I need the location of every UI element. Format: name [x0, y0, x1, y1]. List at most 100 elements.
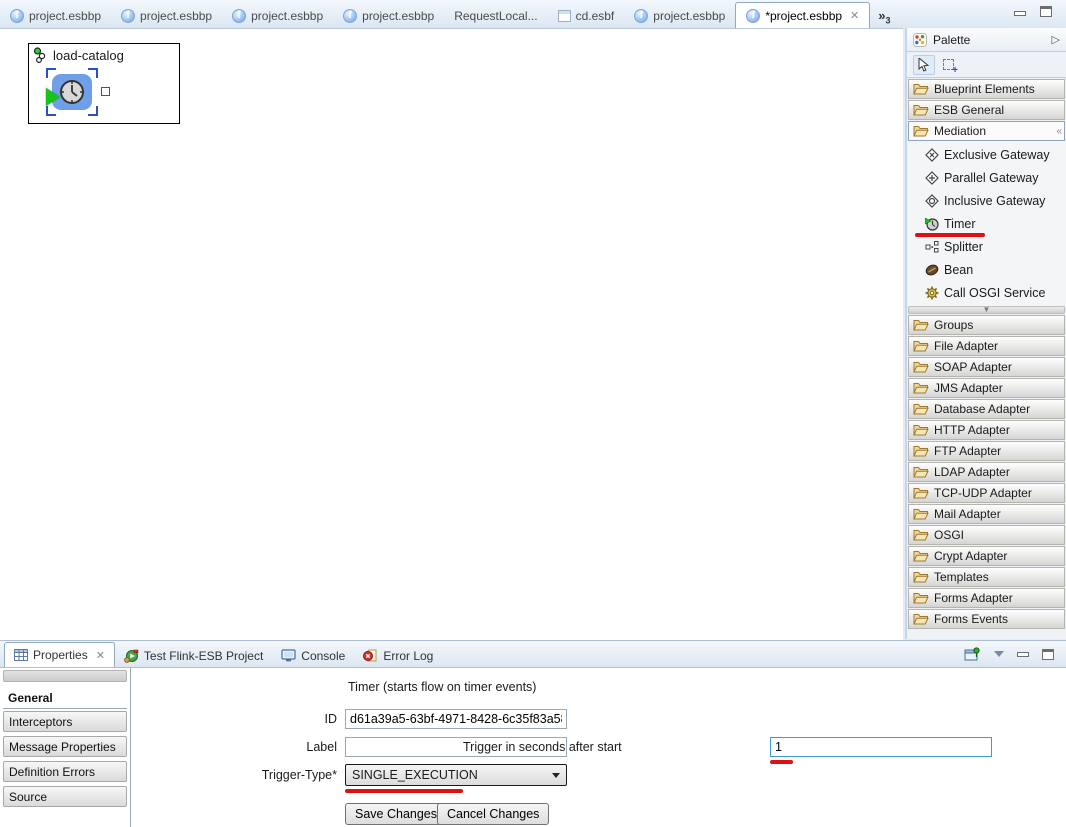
editor-tab[interactable]: cd.esbf [548, 4, 625, 28]
sidebar-item-message-properties[interactable]: Message Properties [3, 736, 127, 757]
palette-drawer-jms-adapter[interactable]: JMS Adapter [908, 378, 1065, 398]
flow-container[interactable]: load-catalog [28, 43, 180, 124]
palette-drawer-mediation[interactable]: Mediation « [908, 121, 1065, 141]
cancel-changes-button[interactable]: Cancel Changes [437, 803, 549, 825]
palette-item-inclusive-gateway[interactable]: Inclusive Gateway [907, 189, 1066, 212]
connector-handle[interactable] [101, 87, 110, 96]
marquee-tool[interactable] [943, 59, 954, 70]
editor-tab[interactable]: RequestLocal... [444, 4, 547, 28]
editor-tab[interactable]: f project.esbbp [624, 4, 735, 28]
editor-tab[interactable]: f project.esbbp [0, 4, 111, 28]
palette-drawer-groups[interactable]: Groups [908, 315, 1065, 335]
drawer-label: Mail Adapter [934, 507, 1001, 521]
sidebar-item-interceptors[interactable]: Interceptors [3, 711, 127, 732]
palette-item-call-osgi-service[interactable]: Call OSGI Service [907, 281, 1066, 304]
more-editors-chevron[interactable]: »3 [878, 8, 890, 26]
tab-label: Test Flink-ESB Project [144, 649, 263, 663]
editor-tab-label: project.esbbp [251, 9, 323, 23]
sidebar-item-general[interactable]: General [3, 688, 127, 709]
minimize-icon[interactable] [1017, 652, 1029, 657]
folder-icon [913, 317, 929, 333]
palette-item-bean[interactable]: Bean [907, 258, 1066, 281]
tab-error-log[interactable]: Error Log [354, 644, 442, 667]
tab-properties[interactable]: Properties ✕ [4, 642, 115, 667]
mediation-items: Exclusive Gateway Parallel Gateway Inclu… [907, 141, 1066, 306]
trigger-type-dropdown[interactable]: SINGLE_EXECUTION [345, 764, 567, 786]
palette-drawer-tcp-udp-adapter[interactable]: TCP-UDP Adapter [908, 483, 1065, 503]
palette-drawer-ldap-adapter[interactable]: LDAP Adapter [908, 462, 1065, 482]
palette-expand-icon[interactable]: ▷ [1052, 33, 1060, 46]
diagram-canvas[interactable]: load-catalog [0, 28, 903, 640]
palette-drawer-esb-general[interactable]: ESB General [908, 100, 1065, 120]
editor-tab-bar: f project.esbbp f project.esbbp f projec… [0, 0, 1066, 28]
trigger-type-label: Trigger-Type* [187, 768, 337, 782]
editor-tab[interactable]: f project.esbbp [333, 4, 444, 28]
drawer-label: HTTP Adapter [934, 423, 1010, 437]
palette-item-timer[interactable]: Timer [907, 212, 1066, 235]
palette-item-label: Call OSGI Service [944, 286, 1045, 300]
palette-drawer-database-adapter[interactable]: Database Adapter [908, 399, 1065, 419]
palette-drawer-soap-adapter[interactable]: SOAP Adapter [908, 357, 1065, 377]
maximize-icon[interactable] [1040, 6, 1052, 17]
view-menu-icon[interactable] [994, 651, 1004, 657]
maximize-icon[interactable] [1042, 649, 1054, 660]
tab-test-flink-esb-project[interactable]: Test Flink-ESB Project [115, 644, 272, 667]
esb-file-icon: f [746, 9, 760, 23]
palette-drawer-forms-events[interactable]: Forms Events [908, 609, 1065, 629]
palette-title: Palette [933, 33, 970, 47]
sidebar-scroll-bar[interactable] [3, 670, 127, 682]
palette-drawer-http-adapter[interactable]: HTTP Adapter [908, 420, 1065, 440]
editor-tab[interactable]: f project.esbbp [111, 4, 222, 28]
palette-drawer-forms-adapter[interactable]: Forms Adapter [908, 588, 1065, 608]
timer-node[interactable] [52, 74, 92, 110]
close-icon[interactable]: ✕ [96, 649, 105, 662]
palette-drawer-crypt-adapter[interactable]: Crypt Adapter [908, 546, 1065, 566]
palette-drawer-templates[interactable]: Templates [908, 567, 1065, 587]
palette-item-exclusive-gateway[interactable]: Exclusive Gateway [907, 143, 1066, 166]
minimize-icon[interactable] [1014, 11, 1026, 16]
palette-item-parallel-gateway[interactable]: Parallel Gateway [907, 166, 1066, 189]
drawer-label: Mediation [934, 124, 986, 138]
chevron-down-icon [552, 773, 560, 778]
palette-scroll-down[interactable]: ▼ [908, 306, 1065, 314]
palette-drawer-blueprint-elements[interactable]: Blueprint Elements [908, 79, 1065, 99]
folder-icon [913, 102, 929, 118]
editor-tab-active[interactable]: f *project.esbbp ✕ [735, 2, 870, 28]
drawer-label: Blueprint Elements [934, 82, 1035, 96]
annotation-underline-trigger-seconds [770, 760, 793, 764]
id-input[interactable] [345, 709, 567, 729]
splitter-icon [925, 240, 939, 254]
palette-item-splitter[interactable]: Splitter [907, 235, 1066, 258]
save-changes-button[interactable]: Save Changes [345, 803, 447, 825]
bottom-panel-toolbar [964, 647, 1066, 662]
properties-form: Timer (starts flow on timer events) ID L… [132, 668, 1066, 827]
select-tool[interactable] [913, 55, 935, 75]
palette-drawer-osgi[interactable]: OSGI [908, 525, 1065, 545]
palette-drawer-ftp-adapter[interactable]: FTP Adapter [908, 441, 1065, 461]
sidebar-item-source[interactable]: Source [3, 786, 127, 807]
pin-view-icon[interactable] [964, 647, 981, 662]
folder-icon [913, 569, 929, 585]
palette-drawer-mail-adapter[interactable]: Mail Adapter [908, 504, 1065, 524]
drawer-pin-icon[interactable]: « [1056, 126, 1060, 137]
palette-icon [913, 33, 927, 47]
folder-icon [913, 527, 929, 543]
editor-tab[interactable]: f project.esbbp [222, 4, 333, 28]
palette-header[interactable]: Palette ▷ [907, 28, 1066, 52]
drawer-label: Forms Adapter [934, 591, 1013, 605]
palette-drawer-file-adapter[interactable]: File Adapter [908, 336, 1065, 356]
sidebar-item-definition-errors[interactable]: Definition Errors [3, 761, 127, 782]
close-icon[interactable]: ✕ [850, 9, 859, 22]
esb-file-icon: f [232, 9, 246, 23]
drawer-label: LDAP Adapter [934, 465, 1010, 479]
palette-item-label: Exclusive Gateway [944, 148, 1050, 162]
drawer-label: Groups [934, 318, 973, 332]
tab-console[interactable]: Console [272, 644, 354, 667]
palette-tools [907, 52, 1066, 78]
drawer-label: FTP Adapter [934, 444, 1001, 458]
timer-node-selection[interactable] [46, 68, 98, 116]
trigger-seconds-input[interactable] [770, 737, 992, 757]
folder-icon [913, 590, 929, 606]
drawer-label: OSGI [934, 528, 964, 542]
folder-icon [913, 464, 929, 480]
